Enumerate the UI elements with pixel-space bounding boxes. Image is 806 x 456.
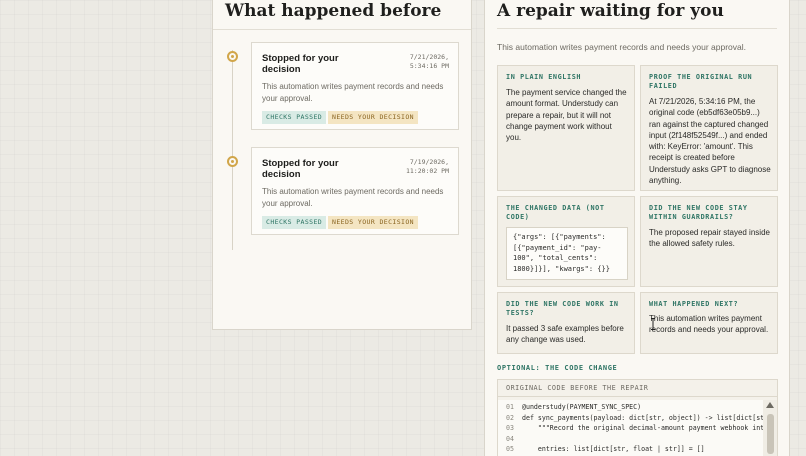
timeline-line	[232, 50, 233, 250]
checks-passed-badge: CHECKS PASSED	[262, 216, 327, 229]
box-label: DID THE NEW CODE WORK IN TESTS?	[506, 300, 619, 317]
text-cursor-icon	[651, 318, 655, 330]
code-line: 03 """Record the original decimal-amount…	[506, 424, 777, 432]
box-label: WHAT HAPPENED NEXT?	[649, 300, 739, 308]
changed-data-box: THE CHANGED DATA (NOT CODE) {"args": [{"…	[497, 196, 635, 287]
event-description: This automation writes payment records a…	[262, 187, 444, 208]
event-title: Stopped for your decision	[262, 53, 339, 75]
repair-title: A repair waiting for you	[497, 1, 724, 21]
box-label: THE CHANGED DATA (NOT CODE)	[506, 204, 605, 221]
event-timestamp: 7/21/2026, 5:34:16 PM	[409, 53, 449, 70]
optional-code-label: OPTIONAL: THE CODE CHANGE	[497, 364, 618, 372]
history-event-card[interactable]: Stopped for your decision 7/21/2026, 5:3…	[251, 42, 459, 130]
next-box: WHAT HAPPENED NEXT? This automation writ…	[640, 292, 778, 354]
scroll-thumb[interactable]	[767, 414, 774, 454]
needs-decision-badge: NEEDS YOUR DECISION	[328, 216, 418, 229]
divider	[498, 396, 777, 397]
box-text: This automation writes payment records a…	[649, 314, 769, 335]
code-line: 02 def sync_payments(payload: dict[str, o…	[506, 414, 773, 422]
scroll-up-arrow-icon[interactable]	[766, 402, 774, 408]
proof-box: PROOF THE ORIGINAL RUN FAILED At 7/21/20…	[640, 65, 778, 191]
needs-decision-badge: NEEDS YOUR DECISION	[328, 111, 418, 124]
plain-english-box: IN PLAIN ENGLISH The payment service cha…	[497, 65, 635, 191]
page-scrollbar[interactable]	[790, 0, 806, 456]
timeline-dot-icon	[227, 51, 238, 62]
checks-passed-badge: CHECKS PASSED	[262, 111, 327, 124]
repair-subtitle: This automation writes payment records a…	[497, 42, 746, 52]
code-panel-header: ORIGINAL CODE BEFORE THE REPAIR	[506, 384, 649, 392]
code-change-panel: ORIGINAL CODE BEFORE THE REPAIR 01 @under…	[497, 379, 778, 456]
code-viewer[interactable]: 01 @understudy(PAYMENT_SYNC_SPEC) 02 def s…	[498, 400, 776, 456]
divider	[213, 29, 471, 30]
event-timestamp: 7/19/2026, 11:20:02 PM	[405, 158, 449, 175]
box-label: PROOF THE ORIGINAL RUN FAILED	[649, 73, 753, 90]
box-text: The payment service changed the amount f…	[506, 88, 627, 143]
divider	[497, 28, 777, 29]
tests-box: DID THE NEW CODE WORK IN TESTS? It passe…	[497, 292, 635, 354]
code-scrollbar[interactable]	[763, 400, 777, 456]
box-text: It passed 3 safe examples before any cha…	[506, 324, 624, 345]
code-line: 04	[506, 435, 514, 443]
event-title: Stopped for your decision	[262, 158, 339, 180]
timeline-dot-icon	[227, 156, 238, 167]
box-text: The proposed repair stayed inside the al…	[649, 228, 770, 249]
code-line: 05 entries: list[dict[str, float | str]]…	[506, 445, 705, 453]
box-label: DID THE NEW CODE STAY WITHIN GUARDRAILS?	[649, 204, 748, 221]
guardrails-box: DID THE NEW CODE STAY WITHIN GUARDRAILS?…	[640, 196, 778, 287]
changed-data-code: {"args": [{"payments": [{"payment_id": "…	[506, 227, 628, 280]
history-event-card[interactable]: Stopped for your decision 7/19/2026, 11:…	[251, 147, 459, 235]
history-panel: What happened before Stopped for your de…	[212, 0, 472, 330]
history-title: What happened before	[225, 1, 442, 21]
box-text: At 7/21/2026, 5:34:16 PM, the original c…	[649, 97, 771, 186]
box-label: IN PLAIN ENGLISH	[506, 73, 582, 81]
repair-panel: A repair waiting for you This automation…	[484, 0, 790, 456]
code-line: 01 @understudy(PAYMENT_SYNC_SPEC)	[506, 403, 642, 411]
event-description: This automation writes payment records a…	[262, 82, 444, 103]
